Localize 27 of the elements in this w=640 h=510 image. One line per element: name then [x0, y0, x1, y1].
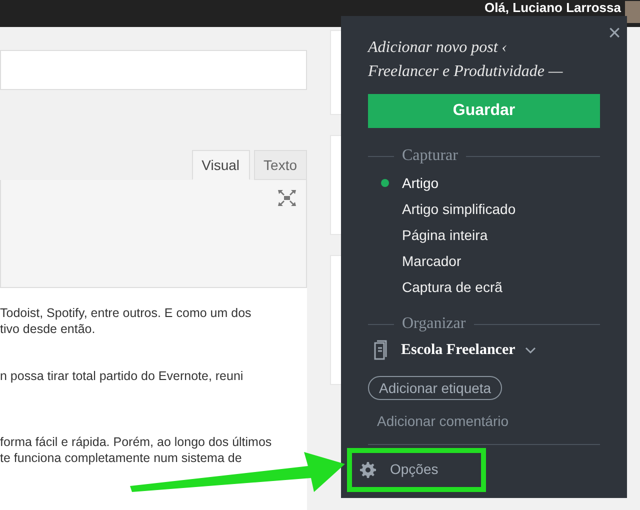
paragraph-text: te funciona completamente num sistema de — [0, 450, 243, 466]
paragraph-text: forma fácil e rápida. Porém, ao longo dos últimos — [0, 434, 273, 450]
fullscreen-icon[interactable] — [278, 190, 296, 206]
add-tag-button[interactable]: Adicionar etiqueta — [368, 376, 502, 400]
notebook-icon — [373, 340, 387, 360]
capture-option[interactable]: Artigo — [402, 172, 439, 194]
capture-option[interactable]: Marcador — [402, 250, 462, 272]
capture-option[interactable]: Captura de ecrã — [402, 276, 502, 298]
notebook-name[interactable]: Escola Freelancer — [401, 338, 516, 362]
capture-option[interactable]: Página inteira — [402, 224, 488, 246]
avatar[interactable] — [625, 1, 640, 23]
editor-tab[interactable]: Texto — [254, 150, 307, 180]
add-comment-link[interactable]: Adicionar comentário — [377, 410, 600, 432]
paragraph-text: tivo desde então. — [0, 321, 96, 337]
clipper-title: Adicionar novo post ‹ Freelancer e Produtividade — — [368, 38, 564, 82]
chevron-down-icon[interactable] — [525, 346, 536, 354]
settings-icon — [360, 462, 376, 478]
section-heading: Organizar — [402, 316, 466, 332]
options-button[interactable]: Opções — [347, 448, 486, 492]
paragraph-text: Todoist, Spotify, entre outros. E como um dos — [0, 305, 252, 321]
greeting[interactable]: Olá, Luciano Larrossa — [484, 1, 621, 15]
close-button[interactable]: × — [608, 22, 621, 44]
paragraph-text: n possa tirar total partido do Evernote, reuni — [0, 368, 244, 384]
title-field[interactable] — [0, 50, 307, 90]
capture-option[interactable]: Artigo simplificado — [402, 198, 516, 220]
section-heading: Capturar — [402, 148, 458, 164]
editor-tab[interactable]: Visual — [192, 150, 250, 180]
